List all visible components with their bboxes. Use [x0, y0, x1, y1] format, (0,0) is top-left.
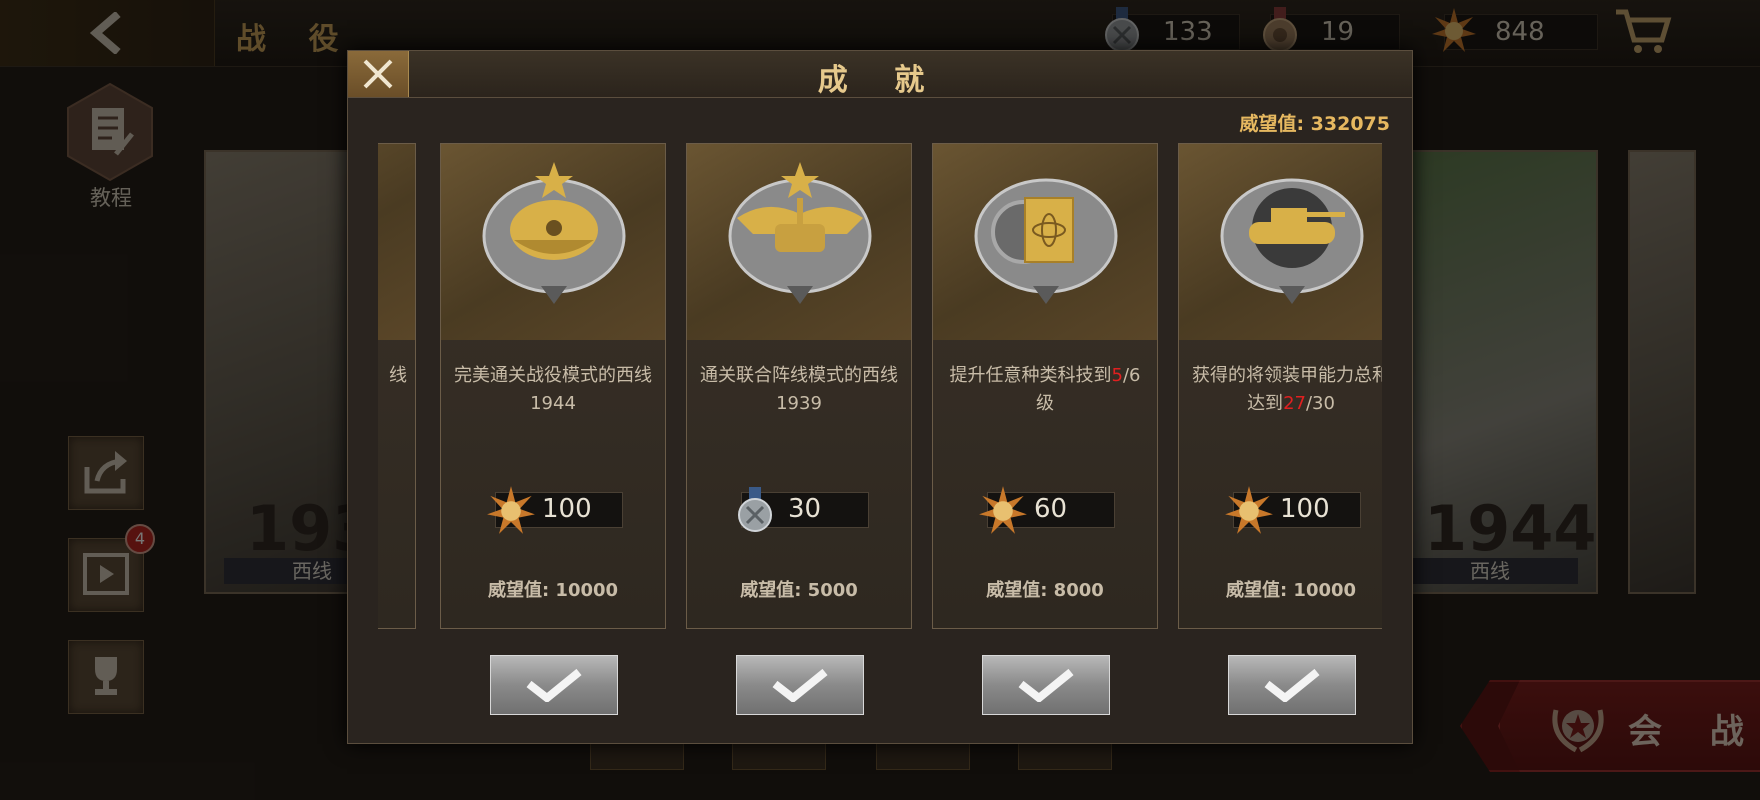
checkmark-icon — [1264, 668, 1320, 702]
reward-amount: 100 — [1280, 494, 1330, 524]
achievement-prestige: 威望值: 8000 — [986, 580, 1104, 601]
officer-cap-badge-icon — [482, 162, 626, 304]
progress-current: 27 — [1283, 393, 1306, 414]
science-book-badge-icon — [974, 178, 1118, 304]
gold-star-emblem-icon — [1225, 486, 1273, 534]
achievement-card: 完美通关战役模式的西线1944 100 威望值: 10000 — [440, 143, 666, 629]
achievement-image — [378, 144, 415, 340]
achievement-description: 获得的将领装甲能力总和达到27/30 — [1187, 362, 1382, 418]
claim-button[interactable] — [490, 655, 618, 715]
claim-button[interactable] — [1228, 655, 1356, 715]
gold-star-emblem-icon — [979, 486, 1027, 534]
desc-text: 提升任意种类科技到 — [949, 365, 1112, 386]
reward-box: 100 — [487, 486, 623, 534]
reward-box: 100 — [1225, 486, 1361, 534]
progress-current: 5 — [1111, 365, 1123, 386]
achievement-carousel[interactable]: 线 完美通关战役模式的西线1944 100 威望值: 10000 通关联合阵线模… — [378, 143, 1382, 723]
achievement-description: 通关联合阵线模式的西线1939 — [700, 365, 898, 414]
achievement-image — [1179, 144, 1382, 340]
tank-wings-badge-icon — [728, 162, 872, 304]
achievement-image — [441, 144, 665, 340]
prestige-total: 威望值: 332075 — [1239, 113, 1390, 135]
claim-button[interactable] — [982, 655, 1110, 715]
reward-box: 60 — [979, 486, 1115, 534]
achievement-image — [687, 144, 911, 340]
reward-amount: 100 — [542, 494, 592, 524]
achievement-prestige: 威望值: 5000 — [740, 580, 858, 601]
reward-amount: 60 — [1034, 494, 1068, 524]
achievement-card: 提升任意种类科技到5/6级 60 威望值: 8000 — [932, 143, 1158, 629]
achievement-description: 完美通关战役模式的西线1944 — [454, 365, 652, 414]
reward-amount: 30 — [788, 494, 822, 524]
close-icon — [363, 59, 393, 89]
achievement-prestige: 威望值: 10000 — [1225, 580, 1357, 601]
dialog-header: 成 就 — [348, 51, 1412, 98]
reward-box: 30 — [738, 487, 869, 532]
dialog-title: 成 就 — [817, 63, 943, 98]
gold-star-emblem-icon — [487, 486, 535, 534]
achievement-card: 获得的将领装甲能力总和达到27/30 100 威望值: 10000 — [1178, 143, 1382, 629]
achievement-prestige: 威望值: 10000 — [487, 580, 619, 601]
silver-medal-icon — [738, 487, 772, 532]
checkmark-icon — [772, 668, 828, 702]
achievement-image — [933, 144, 1157, 340]
achievement-card: 线 — [378, 143, 416, 629]
close-button[interactable] — [348, 51, 409, 97]
achievement-card: 通关联合阵线模式的西线1939 30 威望值: 5000 — [686, 143, 912, 629]
checkmark-icon — [1018, 668, 1074, 702]
achievement-description: 线 — [389, 365, 407, 386]
desc-text: /30 — [1305, 393, 1335, 414]
achievement-description: 提升任意种类科技到5/6级 — [941, 362, 1149, 418]
claim-button[interactable] — [736, 655, 864, 715]
checkmark-icon — [526, 668, 582, 702]
achievements-dialog: 成 就 威望值: 332075 线 完美通关战役模式的西线1944 100 威望… — [347, 50, 1413, 744]
tank-badge-icon — [1220, 178, 1364, 304]
